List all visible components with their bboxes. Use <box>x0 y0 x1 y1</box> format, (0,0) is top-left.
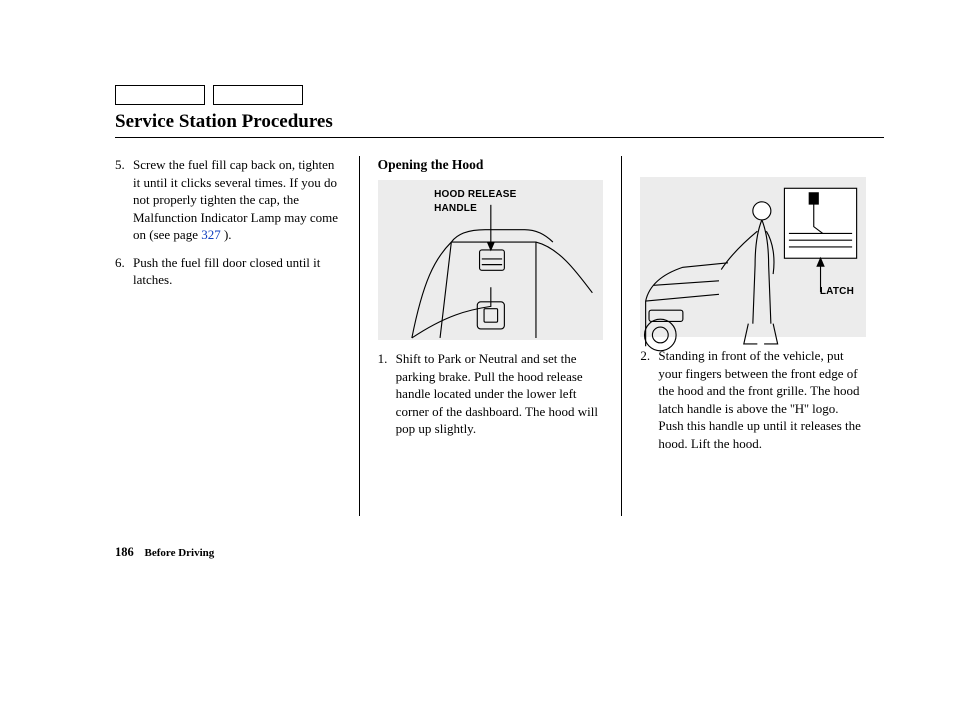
figure-hood-latch: LATCH <box>640 177 866 337</box>
column-2: Opening the Hood HOOD RELEASE HANDLE <box>359 156 622 516</box>
column-3: LATCH <box>621 156 884 516</box>
page-reference-link[interactable]: 327 <box>201 227 221 242</box>
hood-latch-illustration <box>640 177 866 358</box>
step-body: Push the fuel fill door closed until it … <box>133 254 341 289</box>
page-footer: 186 Before Driving <box>115 545 214 560</box>
header-placeholder-boxes <box>115 85 884 105</box>
step-text: ). <box>221 227 232 242</box>
placeholder-box <box>213 85 303 105</box>
section-name: Before Driving <box>145 547 215 559</box>
hood-release-illustration <box>378 180 604 361</box>
step-6: 6. Push the fuel fill door closed until … <box>115 254 341 289</box>
step-number: 1. <box>378 350 396 438</box>
page-title: Service Station Procedures <box>115 111 884 133</box>
step-body: Shift to Park or Neutral and set the par… <box>396 350 604 438</box>
step-2: 2. Standing in front of the vehicle, put… <box>640 347 866 452</box>
manual-page: Service Station Procedures 5. Screw the … <box>0 0 954 710</box>
step-1: 1. Shift to Park or Neutral and set the … <box>378 350 604 438</box>
step-number: 2. <box>640 347 658 452</box>
spacer <box>640 156 866 177</box>
page-number: 186 <box>115 545 134 559</box>
column-1: 5. Screw the fuel fill cap back on, tigh… <box>115 156 359 516</box>
subheading: Opening the Hood <box>378 156 604 174</box>
step-body: Screw the fuel fill cap back on, tighten… <box>133 156 341 244</box>
step-text: Screw the fuel fill cap back on, tighten… <box>133 157 338 242</box>
step-number: 6. <box>115 254 133 289</box>
step-number: 5. <box>115 156 133 244</box>
content-columns: 5. Screw the fuel fill cap back on, tigh… <box>115 156 884 516</box>
figure-hood-release: HOOD RELEASE HANDLE <box>378 180 604 340</box>
title-rule <box>115 137 884 138</box>
placeholder-box <box>115 85 205 105</box>
step-5: 5. Screw the fuel fill cap back on, tigh… <box>115 156 341 244</box>
step-body: Standing in front of the vehicle, put yo… <box>658 347 866 452</box>
